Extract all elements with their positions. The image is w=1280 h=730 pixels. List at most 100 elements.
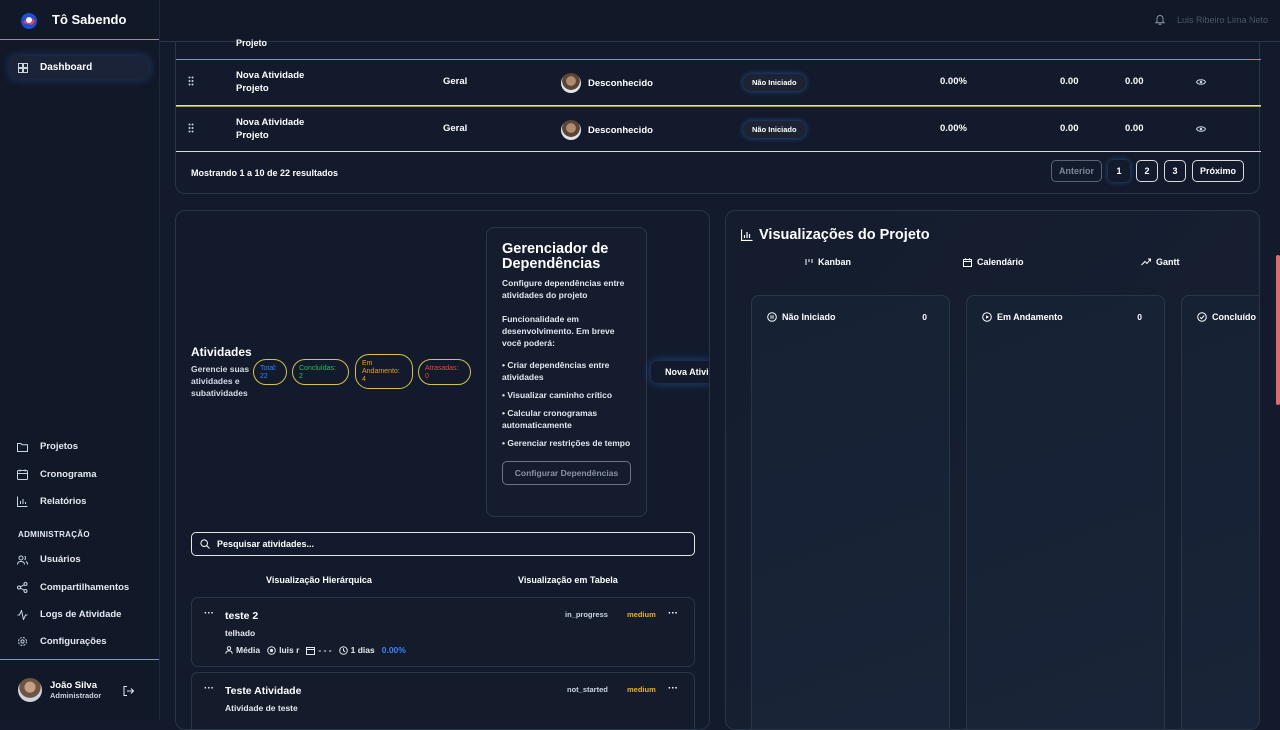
gear-icon [18, 637, 27, 646]
tab-gantt[interactable]: Gantt [1141, 257, 1180, 267]
top-user[interactable]: Luis Ribeiro Lima Neto [1154, 14, 1268, 25]
page-button-2[interactable]: 2 [1135, 160, 1158, 182]
task-status: in_progress [565, 610, 608, 619]
activity-progress: 0.00% [940, 76, 967, 87]
tab-calendar[interactable]: Calendário [963, 257, 1024, 267]
column-count: 0 [922, 312, 927, 322]
dependency-bullet: • Gerenciar restrições de tempo [502, 438, 631, 448]
task-meta-user: luis r [279, 645, 300, 655]
calendar-icon [17, 469, 28, 480]
admin-section-heading: ADMINISTRAÇÃO [18, 530, 90, 539]
sidebar-item-label: Usuários [40, 554, 81, 565]
activities-card: Atividades Gerencie suas atividades e su… [175, 210, 710, 730]
more-options-icon[interactable]: ··· [668, 608, 678, 619]
logo-icon [21, 12, 37, 29]
tab-table[interactable]: Visualização em Tabela [518, 575, 618, 585]
column-label: Não Iniciado [782, 312, 836, 322]
dependency-bullet: • Visualizar caminho crítico [502, 390, 613, 400]
pause-circle-icon [767, 312, 777, 322]
tab-label: Gantt [1156, 257, 1180, 267]
scrollbar-thumb[interactable] [1276, 255, 1280, 405]
eye-icon[interactable] [1196, 125, 1206, 133]
visualizations-title-text: Visualizações do Projeto [759, 227, 930, 243]
avatar [18, 678, 42, 702]
user-profile: João Silva Administrador [0, 659, 159, 720]
dependency-subtitle: Configure dependências entre atividades … [502, 278, 625, 300]
activities-title: Atividades [191, 345, 252, 359]
stat-value: 4 [362, 376, 366, 383]
search-input[interactable]: Pesquisar atividades... [191, 532, 695, 556]
task-priority: medium [627, 610, 656, 619]
sidebar-item-usuarios[interactable]: Usuários [17, 554, 81, 565]
results-summary: Mostrando 1 a 10 de 22 resultados [191, 168, 339, 178]
partial-row-text: Projeto [236, 38, 268, 48]
drag-handle-icon[interactable] [188, 76, 194, 86]
more-options-icon[interactable]: ··· [668, 683, 678, 694]
sidebar-item-label: Configurações [40, 636, 107, 647]
table-row[interactable]: Nova Atividade Projeto Geral Desconhecid… [176, 106, 1261, 152]
sidebar-item-label: Cronograma [40, 469, 97, 480]
sidebar-item-compartilhamentos[interactable]: Compartilhamentos [17, 582, 129, 593]
list-item[interactable]: ··· teste 2 telhado in_progress medium ·… [191, 597, 695, 667]
sidebar-item-cronograma[interactable]: Cronograma [17, 469, 96, 480]
page-button-3[interactable]: 3 [1163, 160, 1186, 182]
sidebar-item-label: Compartilhamentos [40, 582, 130, 593]
tab-kanban[interactable]: Kanban [805, 257, 851, 267]
column-label: Em Andamento [997, 312, 1063, 322]
prev-page-button[interactable]: Anterior [1050, 160, 1102, 182]
activity-value: 0.00 [1060, 76, 1079, 87]
pagination: Anterior 1 2 3 Próximo [1050, 160, 1244, 182]
avatar [561, 120, 581, 140]
logo[interactable]: Tô Sabendo [0, 0, 159, 40]
task-meta: Média luis r - - - 1 dias 0.00% [225, 645, 413, 655]
activities-description: Gerencie suas atividades e subatividades [191, 364, 250, 398]
activity-icon [17, 609, 28, 620]
page-button-1[interactable]: 1 [1108, 160, 1130, 182]
sidebar-item-logs[interactable]: Logs de Atividade [17, 609, 121, 620]
sidebar-item-dashboard[interactable]: Dashboard [10, 56, 149, 79]
share-icon [17, 582, 28, 593]
visualizations-title: Visualizações do Projeto [741, 227, 930, 243]
task-status: not_started [567, 685, 608, 694]
sidebar-item-label: Relatórios [40, 496, 87, 507]
status-badge: Não Iniciado [743, 74, 806, 91]
table-row[interactable]: Nova Atividade Projeto Geral Desconhecid… [176, 60, 1261, 106]
sidebar-item-label: Projetos [40, 441, 79, 452]
stat-label: Atrasadas: [425, 365, 459, 372]
sidebar: Tô Sabendo Dashboard Projetos Cronograma… [0, 0, 160, 720]
expand-handle-icon[interactable]: ··· [204, 608, 214, 619]
users-icon [17, 555, 28, 565]
task-meta-progress: 0.00% [381, 645, 406, 655]
sidebar-item-configuracoes[interactable]: Configurações [17, 636, 107, 647]
new-activity-label: Nova Atividade [665, 367, 709, 377]
eye-icon[interactable] [1196, 78, 1206, 86]
configure-dependencies-button[interactable]: Configurar Dependências [502, 461, 631, 485]
expand-handle-icon[interactable]: ··· [204, 683, 214, 694]
list-item[interactable]: ··· Teste Atividade Atividade de teste n… [191, 672, 695, 729]
kanban-column-completed: Concluído [1181, 295, 1259, 729]
calendar-icon [306, 646, 316, 655]
activity-value: 0.00 [1060, 123, 1079, 134]
sidebar-item-projetos[interactable]: Projetos [17, 441, 78, 452]
tab-hierarchical[interactable]: Visualização Hierárquica [266, 575, 372, 585]
kanban-column-not-started: Não Iniciado 0 [751, 295, 950, 729]
clock-icon [338, 645, 348, 655]
stat-value: 0 [425, 373, 429, 380]
task-description: Atividade de teste [225, 703, 298, 713]
dependency-bullet: • Criar dependências entre atividades [502, 360, 610, 382]
activity-value: 0.00 [1125, 123, 1144, 134]
dependency-notice: Funcionalidade em desenvolvimento. Em br… [502, 314, 615, 348]
app-title: Tô Sabendo [52, 12, 127, 27]
stat-value: 22 [260, 373, 268, 380]
drag-handle-icon[interactable] [188, 123, 194, 133]
logout-icon[interactable] [123, 686, 134, 696]
sidebar-item-label: Logs de Atividade [40, 609, 122, 620]
stat-label: Total: [260, 365, 277, 372]
column-label: Concluído [1212, 312, 1256, 322]
sidebar-item-relatorios[interactable]: Relatórios [17, 496, 86, 507]
next-page-button[interactable]: Próximo [1191, 160, 1244, 182]
new-activity-button[interactable]: Nova Atividade [651, 361, 709, 383]
task-description: telhado [225, 628, 256, 638]
stat-total: Total: 22 [253, 359, 287, 385]
bell-icon[interactable] [1154, 14, 1165, 25]
